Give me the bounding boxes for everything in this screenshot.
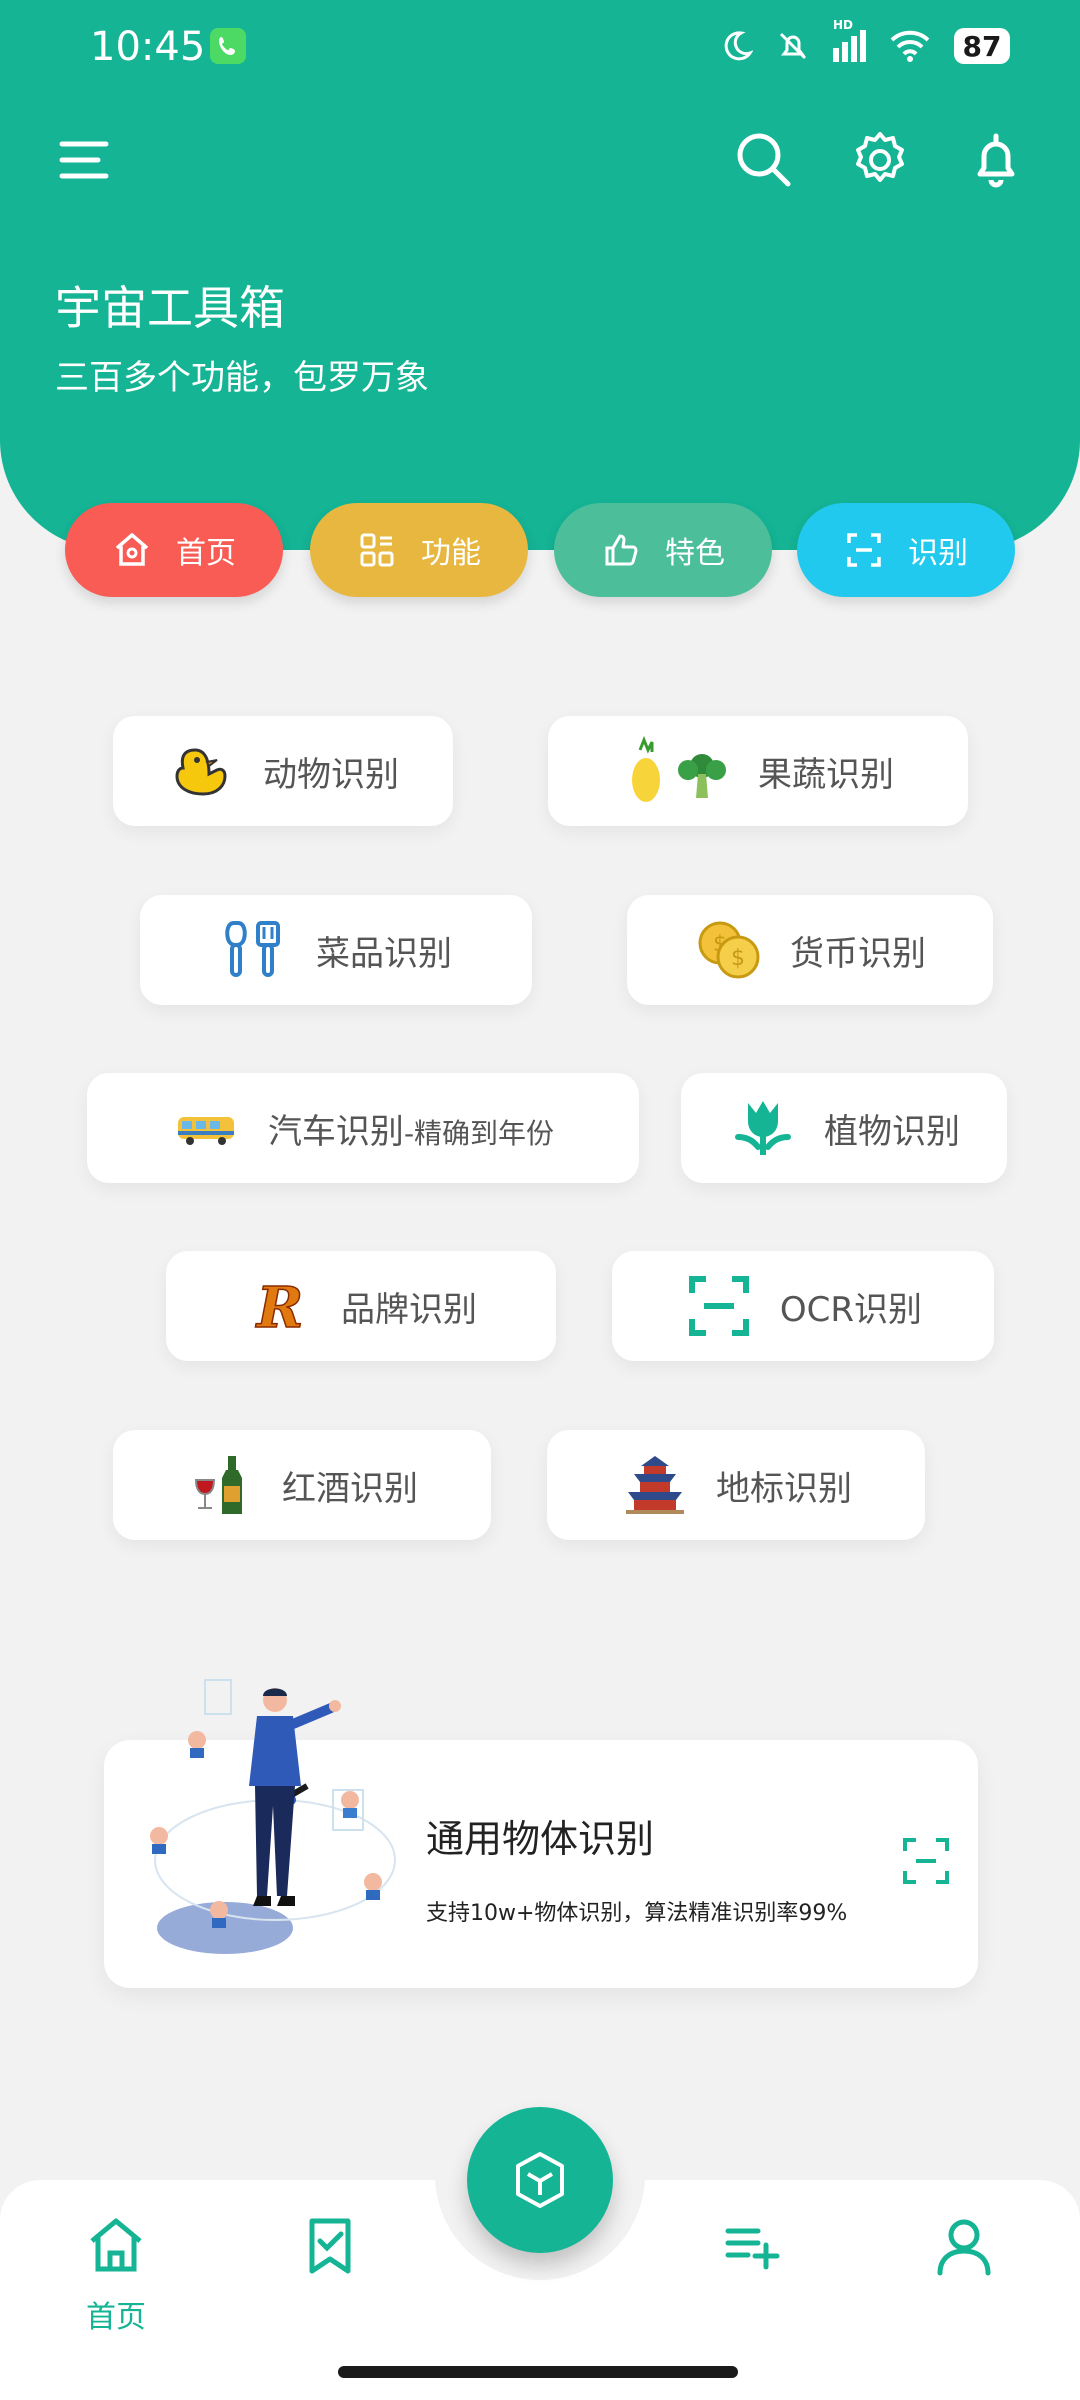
bookmark-check-icon	[309, 2218, 351, 2274]
scan-icon	[847, 533, 881, 567]
tab-label: 功能	[421, 536, 481, 571]
gear-icon[interactable]	[848, 128, 912, 192]
tulip-icon	[728, 1093, 798, 1163]
status-icons: HD 87	[719, 18, 1010, 64]
wine-recognition-button[interactable]: 红酒识别	[113, 1430, 491, 1540]
utensils-icon	[220, 915, 290, 985]
nav-home-label: 首页	[86, 2300, 146, 2335]
banner-description: 支持10w+物体识别，算法精准识别率99%	[426, 1901, 848, 1926]
cube-button[interactable]	[467, 2107, 613, 2253]
svg-text:R: R	[255, 1275, 304, 1341]
home-indicator	[338, 2366, 738, 2378]
bus-icon	[172, 1093, 242, 1163]
tab-label: 首页	[176, 536, 236, 571]
brand-recognition-button[interactable]: R 品牌识别	[166, 1251, 556, 1361]
network-label: HD	[833, 18, 854, 32]
coins-icon: $ $	[694, 915, 764, 985]
tab-recognition[interactable]: 识别	[797, 503, 1015, 597]
chip-label: 菜品识别	[316, 933, 452, 974]
home-icon	[90, 2218, 142, 2272]
chip-label: 货币识别	[790, 933, 926, 974]
thumbs-up-icon	[605, 534, 638, 566]
tab-home[interactable]: 首页	[65, 503, 283, 597]
wifi-icon	[890, 30, 930, 62]
currency-recognition-button[interactable]: $ $ 货币识别	[627, 895, 993, 1005]
chip-label: 地标识别	[716, 1468, 852, 1509]
banner-title: 通用物体识别	[426, 1817, 655, 1861]
car-recognition-button[interactable]: 汽车识别-精确到年份	[87, 1073, 639, 1183]
nav-playlist[interactable]	[712, 2205, 792, 2285]
chip-label: OCR识别	[779, 1289, 923, 1330]
signal-icon: HD	[833, 18, 866, 62]
status-bar: 10:45 HD 87	[0, 18, 1080, 80]
grid-icon	[360, 533, 394, 567]
fruit-vegetable-recognition-button[interactable]: 果蔬识别	[548, 716, 968, 826]
cube-icon	[516, 2152, 564, 2208]
svg-text:$: $	[731, 946, 745, 971]
status-time: 10:45	[90, 24, 206, 70]
chip-label: 果蔬识别	[758, 754, 894, 795]
animal-recognition-button[interactable]: 动物识别	[113, 716, 453, 826]
battery-indicator: 87	[954, 28, 1010, 64]
chip-label: 品牌识别	[341, 1289, 477, 1330]
bell-off-icon	[779, 32, 807, 60]
dish-recognition-button[interactable]: 菜品识别	[140, 895, 532, 1005]
landmark-recognition-button[interactable]: 地标识别	[547, 1430, 925, 1540]
chip-label: 植物识别	[824, 1111, 960, 1152]
wine-icon	[186, 1450, 256, 1520]
tab-functions[interactable]: 功能	[310, 503, 528, 597]
app-subtitle: 三百多个功能，包罗万象	[55, 358, 429, 398]
playlist-add-icon	[725, 2228, 780, 2270]
nav-home[interactable]	[76, 2205, 156, 2285]
chip-label-suffix: -精确到年份	[403, 1116, 555, 1150]
call-icon	[210, 28, 246, 64]
nav-profile[interactable]	[924, 2205, 1004, 2285]
nav-bookmarks[interactable]	[290, 2205, 370, 2285]
temple-icon	[620, 1450, 690, 1520]
tab-label: 特色	[665, 536, 725, 571]
user-icon	[937, 2219, 991, 2276]
brand-r-icon: R	[245, 1271, 315, 1341]
chip-label: 红酒识别	[282, 1468, 418, 1509]
pineapple-broccoli-icon	[622, 736, 732, 806]
chip-label: 汽车识别-精确到年份	[267, 1111, 555, 1152]
bell-icon[interactable]	[964, 128, 1028, 192]
chip-label: 动物识别	[263, 754, 399, 795]
ocr-scan-icon	[684, 1271, 754, 1341]
app-title: 宇宙工具箱	[55, 281, 285, 335]
plant-recognition-button[interactable]: 植物识别	[681, 1073, 1007, 1183]
search-icon[interactable]	[732, 128, 796, 192]
ocr-recognition-button[interactable]: OCR识别	[612, 1251, 994, 1361]
home-icon	[115, 533, 149, 566]
tab-featured[interactable]: 特色	[554, 503, 772, 597]
businessman-illustration	[150, 1679, 396, 1954]
moon-icon	[724, 31, 753, 61]
scan-icon[interactable]	[900, 1835, 952, 1887]
tab-label: 识别	[908, 536, 968, 571]
duck-icon	[167, 736, 237, 806]
menu-icon[interactable]	[54, 128, 118, 192]
